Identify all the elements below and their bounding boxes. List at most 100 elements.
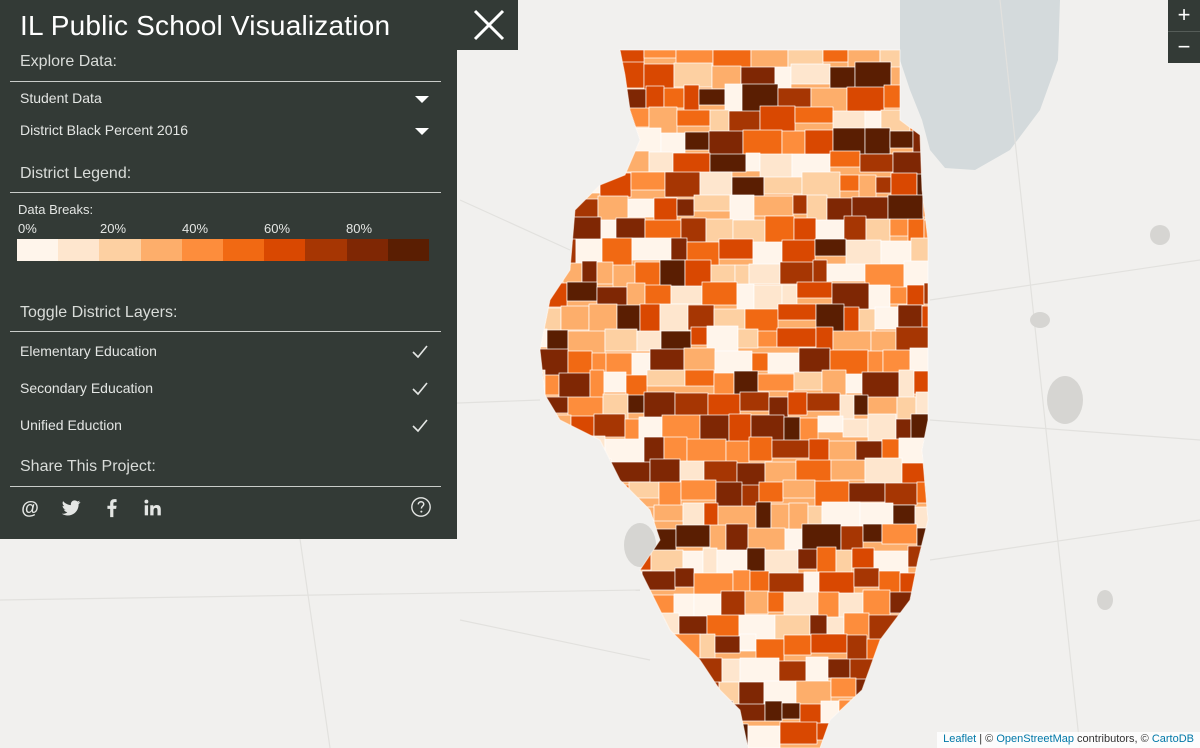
district-polygon[interactable] [530,593,563,630]
district-polygon[interactable] [530,194,565,233]
district-polygon[interactable] [881,523,918,545]
district-polygon[interactable] [916,527,943,559]
district-polygon[interactable] [614,131,634,150]
district-polygon[interactable] [796,281,833,299]
district-polygon[interactable] [749,570,770,593]
district-polygon[interactable] [810,633,848,654]
district-polygon[interactable] [779,721,818,745]
district-polygon[interactable] [839,174,860,192]
district-polygon[interactable] [675,524,711,548]
district-polygon[interactable] [594,458,612,485]
district-polygon[interactable] [701,281,738,306]
district-polygon[interactable] [564,484,594,515]
district-polygon[interactable] [631,237,672,261]
district-polygon[interactable] [838,699,878,721]
leaflet-link[interactable]: Leaflet [943,733,976,745]
district-polygon[interactable] [884,482,918,506]
district-polygon[interactable] [604,656,620,691]
district-polygon[interactable] [783,591,819,616]
district-polygon[interactable] [548,546,582,570]
district-polygon[interactable] [681,682,697,703]
district-polygon[interactable] [771,439,810,459]
close-icon[interactable] [468,4,510,46]
district-polygon[interactable] [568,656,606,680]
district-polygon[interactable] [549,414,572,432]
district-polygon[interactable] [822,40,849,63]
district-polygon[interactable] [925,438,951,476]
district-polygon[interactable] [674,567,695,588]
district-polygon[interactable] [592,484,630,513]
facebook-icon[interactable] [101,497,123,519]
district-polygon[interactable] [815,219,845,240]
district-polygon[interactable] [737,328,759,349]
district-polygon[interactable] [718,238,754,260]
district-polygon[interactable] [889,286,908,305]
district-polygon[interactable] [751,352,769,372]
district-polygon[interactable] [618,660,658,695]
district-polygon[interactable] [570,613,601,649]
twitter-icon[interactable] [60,497,82,519]
email-icon[interactable]: @ [19,497,41,519]
district-polygon[interactable] [728,413,752,446]
data-variable-dropdown[interactable]: District Black Percent 2016 [10,116,441,146]
district-polygon[interactable] [680,479,717,501]
district-polygon[interactable] [876,701,896,728]
district-polygon[interactable] [748,263,781,285]
district-polygon[interactable] [763,176,803,195]
district-polygon[interactable] [530,44,545,81]
district-polygon[interactable] [916,481,944,504]
district-polygon[interactable] [609,722,628,748]
district-polygon[interactable] [627,394,645,414]
district-polygon[interactable] [663,87,685,109]
district-polygon[interactable] [736,283,755,311]
district-polygon[interactable] [767,591,785,613]
district-polygon[interactable] [620,571,643,590]
zoom-in-button[interactable]: + [1168,0,1200,31]
district-polygon[interactable] [747,725,781,748]
cartodb-link[interactable]: CartoDB [1152,733,1194,745]
district-polygon[interactable] [930,331,966,358]
district-polygon[interactable] [781,130,806,156]
district-polygon[interactable] [566,281,598,302]
district-polygon[interactable] [782,479,816,499]
district-polygon[interactable] [866,638,907,674]
toggle-unified[interactable]: Unified Eduction [10,411,441,441]
district-polygon[interactable] [530,436,567,458]
district-polygon[interactable] [846,634,868,663]
toggle-secondary[interactable]: Secondary Education [10,374,441,404]
district-polygon[interactable] [530,416,551,452]
district-polygon[interactable] [673,62,713,88]
district-polygon[interactable] [930,635,947,660]
district-polygon[interactable] [628,481,660,499]
district-polygon[interactable] [793,371,823,391]
district-polygon[interactable] [880,658,919,684]
district-polygon[interactable] [598,88,617,116]
district-polygon[interactable] [599,570,622,594]
district-polygon[interactable] [530,681,547,706]
district-polygon[interactable] [841,723,882,748]
district-polygon[interactable] [842,418,869,438]
district-polygon[interactable] [680,700,713,727]
district-polygon[interactable] [776,327,817,348]
district-polygon[interactable] [554,700,585,732]
district-polygon[interactable] [674,392,709,417]
district-polygon[interactable] [858,174,877,199]
district-polygon[interactable] [603,371,627,393]
district-polygon[interactable] [580,678,612,716]
district-polygon[interactable] [636,637,670,666]
district-polygon[interactable] [608,43,645,65]
district-polygon[interactable] [530,105,561,142]
district-polygon[interactable] [580,549,597,584]
district-polygon[interactable] [908,677,947,706]
district-polygon[interactable] [932,572,971,606]
data-category-dropdown[interactable]: Student Data [10,84,441,114]
district-polygon[interactable] [552,614,572,638]
district-polygon[interactable] [530,282,547,313]
district-polygon[interactable] [882,677,910,700]
district-polygon[interactable] [816,546,837,573]
district-polygon[interactable] [699,414,730,443]
district-polygon[interactable] [656,660,693,697]
district-polygon[interactable] [562,262,583,285]
district-polygon[interactable] [914,721,936,748]
district-polygon[interactable] [714,635,741,654]
